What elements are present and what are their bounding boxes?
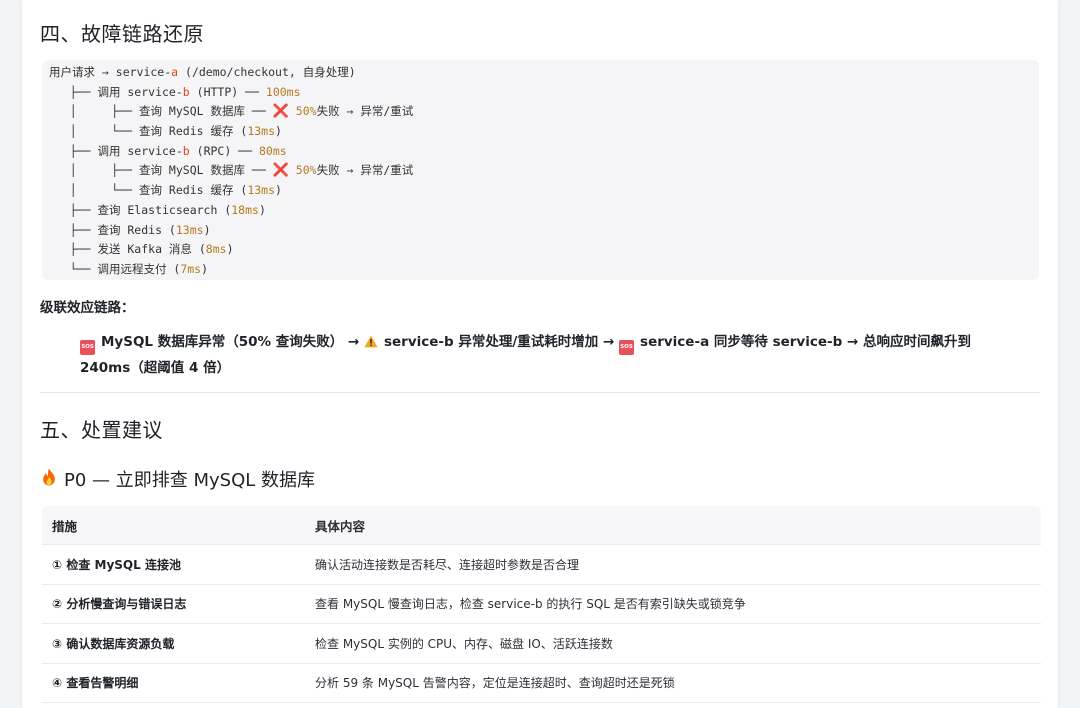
p0-heading-text: P0 — 立即排查 MySQL 数据库 [64, 470, 315, 491]
code-segment: 用户请求 → service- [49, 65, 172, 79]
code-segment: ) [258, 202, 266, 217]
code-segment: ├── 调用 service- [49, 84, 183, 99]
code-line: │ └── 查询 Redis 缓存 (13ms) [49, 181, 1039, 201]
table-cell-detail: 查看 MySQL 慢查询日志，检查 service-b 的执行 SQL 是否有索… [315, 597, 746, 612]
code-segment: 18ms [231, 202, 259, 217]
table-cell-action: ④ 查看告警明细 [52, 676, 139, 691]
code-segment: 50% [295, 104, 317, 119]
code-line: └── 调用远程支付 (7ms) [49, 260, 1039, 280]
code-line: │ ├── 查询 MySQL 数据库 ── ❌ 50%失败 → 异常/重试 [49, 102, 1039, 122]
warning-icon [364, 332, 378, 356]
section-title-fault-chain: 四、故障链路还原 [40, 22, 204, 46]
code-segment: │ ├── 查询 MySQL 数据库 ── [49, 163, 273, 178]
table-cell-detail: 分析 59 条 MySQL 告警内容，定位是连接超时、查询超时还是死锁 [315, 676, 675, 691]
code-line: ├── 发送 Kafka 消息 (8ms) [49, 240, 1039, 260]
code-segment: 50% [295, 163, 317, 178]
p0-heading: P0 — 立即排查 MySQL 数据库 [42, 466, 315, 492]
code-segment: ) [203, 222, 211, 237]
code-segment: 失败 → 异常/重试 [316, 163, 414, 178]
code-segment: │ └── 查询 Redis 缓存 ( [49, 183, 248, 198]
cross-mark-icon: ❌ [272, 163, 289, 179]
document-card: 四、故障链路还原 用户请求 → service-a (/demo/checkou… [22, 0, 1058, 708]
code-segment: b [182, 84, 190, 99]
table-row: ③ 确认数据库资源负载 检查 MySQL 实例的 CPU、内存、磁盘 IO、活跃… [42, 624, 1041, 664]
code-segment: ├── 发送 Kafka 消息 ( [49, 242, 206, 257]
code-segment: ) [275, 183, 282, 198]
code-line: │ ├── 查询 MySQL 数据库 ── ❌ 50%失败 → 异常/重试 [49, 161, 1039, 181]
code-segment: │ ├── 查询 MySQL 数据库 ── [49, 104, 273, 119]
table-header: 措施 具体内容 [42, 506, 1041, 545]
code-segment: 13ms [247, 183, 276, 198]
fire-icon [42, 468, 56, 491]
code-segment: ├── 查询 Elasticsearch ( [49, 202, 232, 217]
code-segment: ) [226, 242, 234, 257]
code-segment: ├── 调用 service- [49, 143, 183, 158]
code-segment: (RPC) ── [189, 143, 259, 158]
code-block-call-tree: 用户请求 → service-a (/demo/checkout, 自身处理) … [42, 60, 1039, 280]
code-segment: (/demo/checkout, 自身处理) [178, 65, 356, 79]
code-line: ├── 调用 service-b (HTTP) ── 100ms [49, 83, 1039, 103]
table-header-cell: 措施 [52, 518, 78, 534]
code-segment: │ └── 查询 Redis 缓存 ( [49, 124, 248, 139]
code-line: │ └── 查询 Redis 缓存 (13ms) [49, 122, 1039, 142]
sos-icon: SOS [80, 340, 95, 355]
table-cell-action: ③ 确认数据库资源负载 [52, 636, 175, 651]
cascade-heading: 级联效应链路： [40, 300, 135, 316]
cascade-chain: SOS MySQL 数据库异常（50% 查询失败） → service-b 异常处… [80, 330, 1000, 380]
section-divider [40, 392, 1040, 393]
code-line: ├── 查询 Redis (13ms) [49, 221, 1039, 241]
code-segment: (HTTP) ── [189, 84, 266, 99]
cascade-arrow-2: → [598, 334, 620, 350]
cascade-step-2: service-b 异常处理/重试耗时增加 [383, 334, 599, 350]
cross-mark-icon: ❌ [272, 104, 289, 120]
sos-icon: SOS [619, 340, 635, 355]
code-segment: 100ms [265, 84, 301, 99]
recommendation-table: 措施 具体内容 ① 检查 MySQL 连接池 确认活动连接数是否耗尽、连接超时参… [42, 506, 1041, 703]
code-segment: ) [201, 261, 209, 276]
code-segment: 8ms [205, 242, 227, 257]
cascade-arrow-1: → [343, 334, 364, 350]
code-segment: 失败 → 异常/重试 [316, 104, 414, 119]
code-segment: 7ms [180, 261, 202, 276]
code-segment: └── 调用远程支付 ( [49, 261, 181, 276]
table-cell-detail: 检查 MySQL 实例的 CPU、内存、磁盘 IO、活跃连接数 [315, 636, 613, 651]
table-row: ④ 查看告警明细 分析 59 条 MySQL 告警内容，定位是连接超时、查询超时… [42, 664, 1041, 703]
table-row: ① 检查 MySQL 连接池 确认活动连接数是否耗尽、连接超时参数是否合理 [42, 545, 1041, 585]
code-segment: 13ms [247, 124, 276, 139]
section-title-recommendations: 五、处置建议 [40, 418, 163, 442]
code-line: ├── 调用 service-b (RPC) ── 80ms [49, 142, 1039, 162]
table-cell-action: ② 分析慢查询与错误日志 [52, 597, 187, 612]
code-segment: ├── 查询 Redis ( [49, 222, 176, 237]
table-header-cell: 具体内容 [315, 518, 366, 534]
table-cell-action: ① 检查 MySQL 连接池 [52, 557, 181, 572]
table-cell-detail: 确认活动连接数是否耗尽、连接超时参数是否合理 [315, 557, 580, 572]
code-line: ├── 查询 Elasticsearch (18ms) [49, 201, 1039, 221]
code-segment: ) [275, 124, 282, 139]
table-row: ② 分析慢查询与错误日志 查看 MySQL 慢查询日志，检查 service-b… [42, 585, 1041, 624]
code-segment: 13ms [175, 222, 204, 237]
code-segment: 80ms [258, 143, 287, 158]
cascade-step-1: MySQL 数据库异常（50% 查询失败） [101, 334, 344, 350]
code-line: 用户请求 → service-a (/demo/checkout, 自身处理) [49, 63, 1039, 83]
code-segment: b [182, 143, 190, 158]
